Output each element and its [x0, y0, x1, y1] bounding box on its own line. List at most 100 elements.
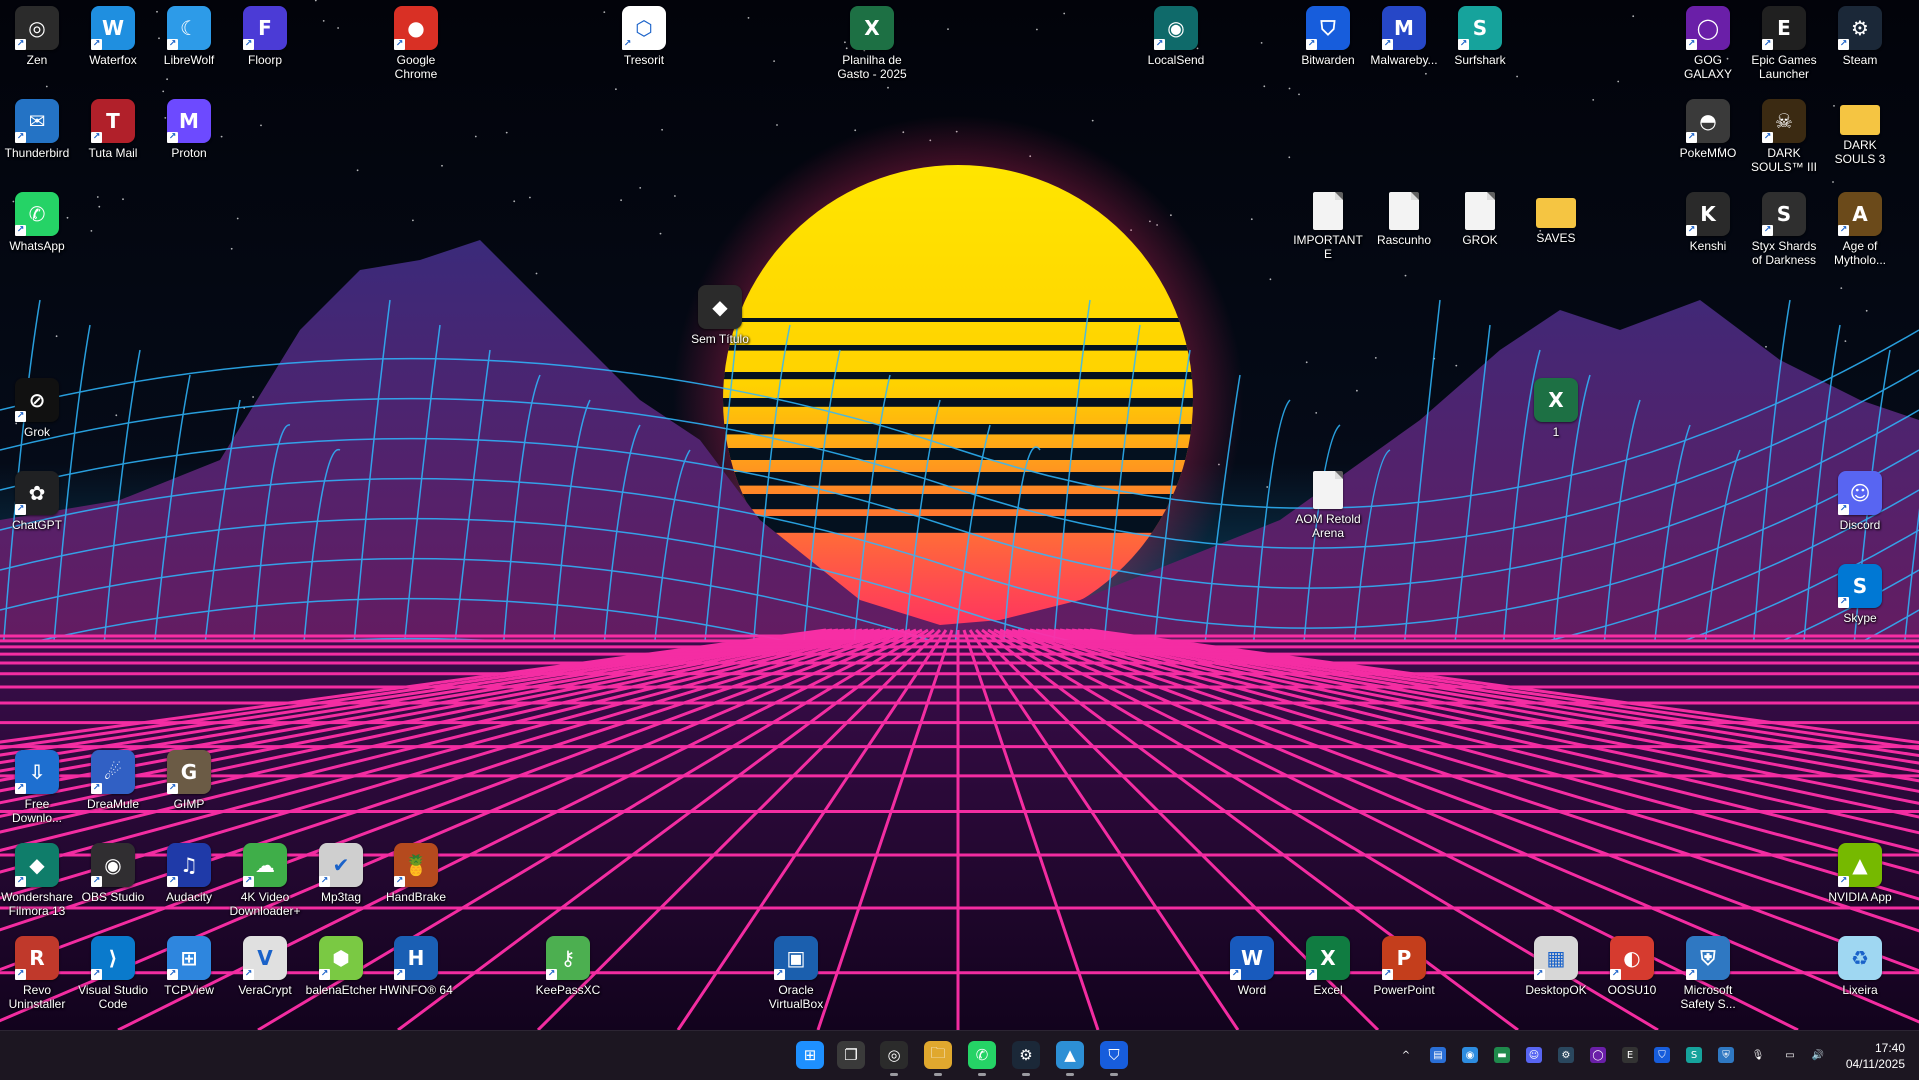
taskbar-steam[interactable]: ⚙ — [1012, 1041, 1040, 1076]
desktop-icon[interactable]: ⊘ ↗ Grok — [0, 372, 74, 439]
desktop-icon[interactable]: SAVES — [1519, 186, 1593, 245]
taskbar-bitwarden[interactable]: ⛉ — [1100, 1041, 1128, 1076]
desktop-icon[interactable]: ☾ ↗ LibreWolf — [152, 0, 226, 67]
tray-security-icon[interactable]: ⛨ — [1718, 1047, 1734, 1063]
desktop-icon[interactable]: X1 — [1519, 372, 1593, 439]
desktop-icon[interactable]: ✆ ↗ WhatsApp — [0, 186, 74, 253]
tray-steam-icon[interactable]: ⚙ — [1558, 1047, 1574, 1063]
desktop-icon[interactable]: W ↗ Word — [1215, 930, 1289, 997]
desktop-icon[interactable]: ✔ ↗ Mp3tag — [304, 837, 378, 904]
desktop-icon[interactable]: X ↗ Excel — [1291, 930, 1365, 997]
localsend-icon: ◉ ↗ — [1154, 6, 1198, 50]
gimp-icon: G ↗ — [167, 750, 211, 794]
desktop-icon[interactable]: ✿ ↗ ChatGPT — [0, 465, 74, 532]
desktop-icon[interactable]: ◯ ↗ GOG GALAXY — [1671, 0, 1745, 81]
excel-icon: X ↗ — [1306, 936, 1350, 980]
hwinfo-icon: H ↗ — [394, 936, 438, 980]
desktop-icon[interactable]: ⬢ ↗ balenaEtcher — [304, 930, 378, 997]
taskbar-whatsapp[interactable]: ✆ — [968, 1041, 996, 1076]
taskbar-task-view-button[interactable]: ❐ — [837, 1041, 865, 1069]
tray-tray-app-2-icon[interactable]: ◉ — [1462, 1047, 1478, 1063]
shortcut-arrow-icon: ↗ — [1838, 39, 1849, 50]
tray-show-hidden-icons-icon[interactable]: ^ — [1398, 1047, 1414, 1063]
tray-volume-icon[interactable]: 🔊 — [1810, 1047, 1826, 1063]
desktop-icon[interactable]: M ↗ Proton — [152, 93, 226, 160]
desktop-icon[interactable]: T ↗ Tuta Mail — [76, 93, 150, 160]
desktop-icon[interactable]: ▲ ↗ NVIDIA App — [1823, 837, 1897, 904]
desktop-icon[interactable]: H ↗ HWiNFO® 64 — [379, 930, 453, 997]
desktop-icon[interactable]: S ↗ Styx Shards of Darkness — [1747, 186, 1821, 267]
desktop-icon[interactable]: ▦ ↗ DesktopOK — [1519, 930, 1593, 997]
desktop-icon[interactable]: G ↗ GIMP — [152, 744, 226, 811]
desktop-icon[interactable]: ◐ ↗ OOSU10 — [1595, 930, 1669, 997]
desktop-icon[interactable]: ☠ ↗ DARK SOULS™ III — [1747, 93, 1821, 174]
desktop-icon[interactable]: AOM Retold Arena — [1291, 465, 1365, 540]
tray-epic-games-icon[interactable]: E — [1622, 1047, 1638, 1063]
taskbar-image-app[interactable]: ▲ — [1056, 1041, 1084, 1076]
tray-gog-galaxy-icon[interactable]: ◯ — [1590, 1047, 1606, 1063]
desktop-icon[interactable]: ☺ ↗ Discord — [1823, 465, 1897, 532]
desktop-icon[interactable]: ◉ ↗ OBS Studio — [76, 837, 150, 904]
desktop-icon[interactable]: ⚷ ↗ KeePassXC — [531, 930, 605, 997]
desktop-icon[interactable]: ☁ ↗ 4K Video Downloader+ — [228, 837, 302, 918]
desktop-icon[interactable]: ● ↗ Google Chrome — [379, 0, 453, 81]
desktop-icon[interactable]: K ↗ Kenshi — [1671, 186, 1745, 253]
taskbar-start-button[interactable]: ⊞ — [796, 1041, 824, 1069]
desktop-icon-label: LocalSend — [1147, 53, 1205, 67]
shortcut-arrow-icon: ↗ — [1838, 504, 1849, 515]
keepassxc-icon: ⚷ ↗ — [546, 936, 590, 980]
desktop-icon[interactable]: ✉ ↗ Thunderbird — [0, 93, 74, 160]
desktop-icon[interactable]: A ↗ Age of Mytholo... — [1823, 186, 1897, 267]
desktop-icon[interactable]: GROK — [1443, 186, 1517, 247]
desktop-icon[interactable]: V ↗ VeraCrypt — [228, 930, 302, 997]
desktop-icon[interactable]: ☄ ↗ DreaMule — [76, 744, 150, 811]
desktop-icon[interactable]: ⇩ ↗ Free Downlo... — [0, 744, 74, 825]
taskbar-zen-browser[interactable]: ◎ — [880, 1041, 908, 1076]
desktop-icon[interactable]: ◉ ↗ LocalSend — [1139, 0, 1213, 67]
desktop-icon[interactable]: DARK SOULS 3 — [1823, 93, 1897, 166]
taskbar-clock[interactable]: 17:40 04/11/2025 — [1846, 1040, 1905, 1072]
desktop-icon[interactable]: S ↗ Surfshark — [1443, 0, 1517, 67]
desktop-icon[interactable]: ▣ ↗ Oracle VirtualBox — [759, 930, 833, 1011]
desktop-icon[interactable]: ♫ ↗ Audacity — [152, 837, 226, 904]
tray-surfshark-icon[interactable]: S — [1686, 1047, 1702, 1063]
desktop-icon[interactable]: E ↗ Epic Games Launcher — [1747, 0, 1821, 81]
desktop-icon-label: Tresorit — [623, 53, 665, 67]
desktop-icon[interactable]: ◆ ↗ Wondershare Filmora 13 — [0, 837, 74, 918]
desktop-icon[interactable]: ◎ ↗ Zen — [0, 0, 74, 67]
desktop-icon[interactable]: M ↗ Malwareby... — [1367, 0, 1441, 67]
desktop-icon-label: Google Chrome — [394, 53, 438, 81]
desktop-icon-label: Word — [1237, 983, 1267, 997]
desktop-icon[interactable]: IMPORTANTE — [1291, 186, 1365, 261]
desktop-icon[interactable]: P ↗ PowerPoint — [1367, 930, 1441, 997]
desktop-icon[interactable]: ⟩ ↗ Visual Studio Code — [76, 930, 150, 1011]
desktop-icon[interactable]: F ↗ Floorp — [228, 0, 302, 67]
desktop-icon[interactable]: ⛨ ↗ Microsoft Safety S... — [1671, 930, 1745, 1011]
whatsapp-icon: ✆ — [975, 1046, 989, 1064]
mp3tag-icon: ✔ ↗ — [319, 843, 363, 887]
tray-discord-icon[interactable]: ☺ — [1526, 1047, 1542, 1063]
shortcut-arrow-icon: ↗ — [622, 39, 633, 50]
taskbar-file-explorer[interactable]: 🗀 — [924, 1041, 952, 1076]
tray-microphone-icon[interactable]: 🎙 — [1750, 1047, 1766, 1063]
desktop-icon[interactable]: ⚙ ↗ Steam — [1823, 0, 1897, 67]
desktop-icon[interactable]: W ↗ Waterfox — [76, 0, 150, 67]
desktop-icon[interactable]: ♻ Lixeira — [1823, 930, 1897, 997]
free-download-manager-icon: ⇩ ↗ — [15, 750, 59, 794]
desktop-icon[interactable]: ◓ ↗ PokeMMO — [1671, 93, 1745, 160]
desktop-icon[interactable]: 🍍 ↗ HandBrake — [379, 837, 453, 904]
tray-tray-app-3-icon[interactable]: ▬ — [1494, 1047, 1510, 1063]
shortcut-arrow-icon: ↗ — [394, 39, 405, 50]
tray-tray-app-1-icon[interactable]: ▤ — [1430, 1047, 1446, 1063]
tray-network-icon[interactable]: ▭ — [1782, 1047, 1798, 1063]
desktop-icon[interactable]: ⊞ ↗ TCPView — [152, 930, 226, 997]
tray-bitwarden-icon[interactable]: ⛉ — [1654, 1047, 1670, 1063]
desktop-icon[interactable]: S ↗ Skype — [1823, 558, 1897, 625]
desktop-icon[interactable]: Rascunho — [1367, 186, 1441, 247]
desktop-icon[interactable]: ⛉ ↗ Bitwarden — [1291, 0, 1365, 67]
desktop-icon[interactable]: ⬡ ↗ Tresorit — [607, 0, 681, 67]
desktop-icon[interactable]: X Planilha de Gasto - 2025 — [835, 0, 909, 81]
shortcut-arrow-icon: ↗ — [91, 876, 102, 887]
desktop-icon[interactable]: ◆ Sem Título — [683, 279, 757, 346]
desktop-icon[interactable]: R ↗ Revo Uninstaller — [0, 930, 74, 1011]
